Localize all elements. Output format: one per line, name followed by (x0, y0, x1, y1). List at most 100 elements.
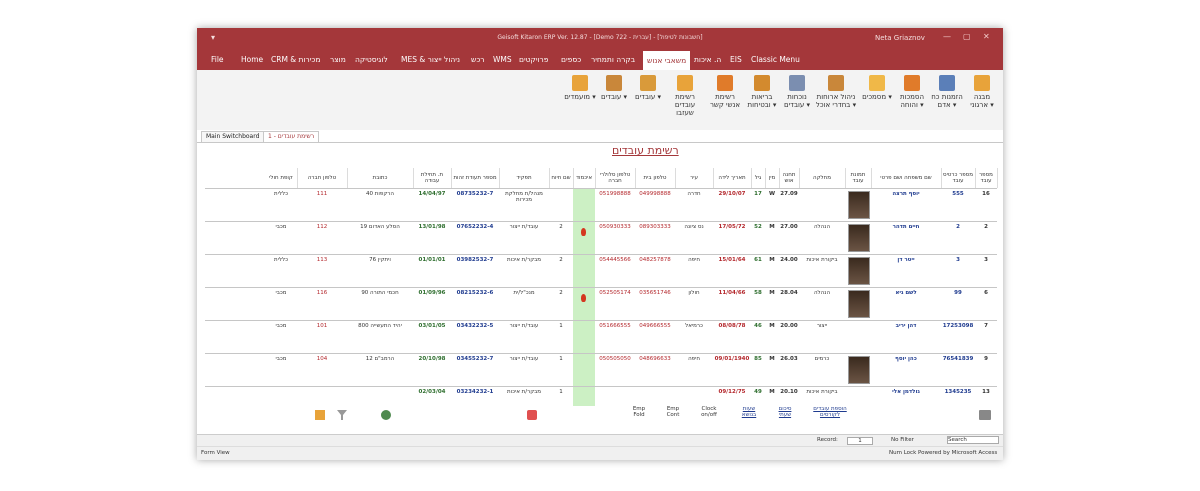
ribbon-employees-a[interactable]: עובדים ▾ (631, 75, 665, 101)
cell-cphone[interactable]: 111 (297, 191, 347, 197)
exit-icon[interactable] (315, 410, 325, 420)
ribbon-certifications[interactable]: הסמכות והוחה ▾ (895, 75, 929, 109)
cell-shift[interactable]: 2 (549, 257, 573, 263)
cell-name[interactable]: יוסף תרצה (871, 191, 941, 197)
cell-birth[interactable]: 11/04/66 (713, 290, 751, 296)
cell-name[interactable]: חיים תדהר (871, 224, 941, 230)
cell-addr[interactable]: הסלע האדום 19 (347, 224, 413, 230)
cell-card[interactable]: 2 (941, 224, 975, 230)
cell-card[interactable]: 17253098 (941, 323, 975, 329)
column-header[interactable]: עיר (675, 168, 714, 188)
cell-addr[interactable]: חכמי התורה 90 (347, 290, 413, 296)
column-header[interactable]: מספר עובד (975, 168, 998, 188)
column-header[interactable]: תמונת עובד (845, 168, 872, 188)
column-header[interactable]: שם משפחה ושם פרטי (871, 168, 942, 188)
cell-fund[interactable]: מכבי (265, 323, 297, 329)
hourly-summary-link[interactable]: סיכום שעתי (773, 406, 797, 418)
cell-birth[interactable]: 08/08/78 (713, 323, 751, 329)
cell-dept[interactable]: כרמים (799, 356, 845, 362)
cell-hours[interactable]: 20.10 (779, 389, 799, 395)
cell-shift[interactable]: 1 (549, 356, 573, 362)
cell-cell[interactable]: 054445566 (595, 257, 635, 263)
cell-card[interactable]: 1345235 (941, 389, 975, 395)
cell-shift[interactable]: 2 (549, 290, 573, 296)
cell-hours[interactable]: 27.09 (779, 191, 799, 197)
cell-cell[interactable]: 051666555 (595, 323, 635, 329)
cell-hours[interactable]: 20.00 (779, 323, 799, 329)
cell-city[interactable]: חולון (675, 290, 713, 296)
column-header[interactable]: גיל (751, 168, 766, 188)
ribbon-left-employees[interactable]: רשימת עובדים שעזבו (665, 75, 705, 117)
menu-wms[interactable]: WMS (493, 55, 512, 64)
cell-id[interactable]: 03234232-1 (451, 389, 499, 395)
cell-shift[interactable]: 2 (549, 224, 573, 230)
menu-classic[interactable]: Classic Menu (751, 55, 800, 64)
cell-cphone[interactable]: 116 (297, 290, 347, 296)
cell-home[interactable]: 049666555 (635, 323, 675, 329)
ribbon-meals[interactable]: ניהול ארוחות בחדרי אוכל ▾ (815, 75, 857, 109)
tab-employee-list[interactable]: רשימת עובדים - 1 (263, 131, 320, 142)
cell-num[interactable]: 9 (975, 356, 997, 362)
record-number[interactable]: 1 (847, 437, 873, 445)
cell-num[interactable]: 6 (975, 290, 997, 296)
menu-logistics[interactable]: לוגיסטיקה (355, 55, 388, 64)
cell-cphone[interactable]: 112 (297, 224, 347, 230)
minimize-button[interactable]: — (943, 32, 951, 41)
cell-dept[interactable]: ביקורת איכות (799, 257, 845, 263)
cell-home[interactable]: 048696633 (635, 356, 675, 362)
cell-num[interactable]: 3 (975, 257, 997, 263)
cell-cell[interactable]: 051998888 (595, 191, 635, 197)
cell-id[interactable]: 07652232-4 (451, 224, 499, 230)
column-header[interactable]: ת. תחילת עבודה (413, 168, 452, 188)
cell-sex[interactable]: M (765, 224, 779, 230)
cell-start[interactable]: 03/01/05 (413, 323, 451, 329)
filter-icon[interactable] (337, 410, 347, 420)
cell-dept[interactable]: הנהלה (799, 224, 845, 230)
cell-role[interactable]: מנהל/ת מחלקת מכירות (499, 191, 549, 203)
cell-fund[interactable]: מכבי (265, 290, 297, 296)
cell-name[interactable]: לשם גיא (871, 290, 941, 296)
cell-start[interactable]: 20/10/98 (413, 356, 451, 362)
menu-hr[interactable]: משאבי אנוש (643, 51, 691, 70)
cell-card[interactable]: 99 (941, 290, 975, 296)
menu-projects[interactable]: פרויקטים (519, 55, 548, 64)
menu-quality[interactable]: ה. איכות (694, 55, 721, 64)
column-header[interactable]: כתובת (347, 168, 414, 188)
cell-card[interactable]: 555 (941, 191, 975, 197)
ribbon-health-safety[interactable]: בריאות ובטיחות ▾ (745, 75, 779, 109)
search-input[interactable]: Search (947, 436, 999, 444)
emp-cont-link[interactable]: Emp Cont (663, 406, 683, 418)
menu-purchasing[interactable]: רכש (471, 55, 485, 64)
cell-fund[interactable]: מכבי (265, 224, 297, 230)
cell-sex[interactable]: M (765, 290, 779, 296)
cell-dept[interactable]: ביקורת איכות (799, 389, 845, 395)
cell-hours[interactable]: 26.03 (779, 356, 799, 362)
cell-card[interactable]: 3 (941, 257, 975, 263)
cell-role[interactable]: עובד/ת ייצור (499, 356, 549, 362)
cell-age[interactable]: 58 (751, 290, 765, 296)
cell-sex[interactable]: W (765, 191, 779, 197)
cell-cphone[interactable]: 104 (297, 356, 347, 362)
cell-name[interactable]: דהן יריב (871, 323, 941, 329)
cell-num[interactable]: 13 (975, 389, 997, 395)
print-icon[interactable] (979, 410, 991, 420)
cell-home[interactable]: 089303333 (635, 224, 675, 230)
column-header[interactable]: תאריך לידה (713, 168, 752, 188)
cell-start[interactable]: 01/01/01 (413, 257, 451, 263)
cell-home[interactable]: 048257878 (635, 257, 675, 263)
restore-button[interactable]: ▢ (963, 32, 971, 41)
cell-role[interactable]: מנכ"ל/ית (499, 290, 549, 296)
cell-hours[interactable]: 27.00 (779, 224, 799, 230)
cell-shift[interactable]: 1 (549, 389, 573, 395)
cell-fund[interactable]: כללית (265, 257, 297, 263)
cell-city[interactable]: חיפה (675, 356, 713, 362)
menu-crm[interactable]: CRM & מכירות (271, 55, 321, 64)
cell-name[interactable]: ייטר דן (871, 257, 941, 263)
hours-by-subject-link[interactable]: שעות בנושא (737, 406, 761, 418)
ribbon-staff-orders[interactable]: הזמנות כח אדם ▾ (930, 75, 964, 109)
column-header[interactable]: טלפון סלולרי חברה (595, 168, 636, 188)
cell-cphone[interactable]: 113 (297, 257, 347, 263)
column-header[interactable]: מספר כרטיס עובד (941, 168, 976, 188)
column-header[interactable]: שם חיוח (549, 168, 574, 188)
cell-cphone[interactable]: 101 (297, 323, 347, 329)
